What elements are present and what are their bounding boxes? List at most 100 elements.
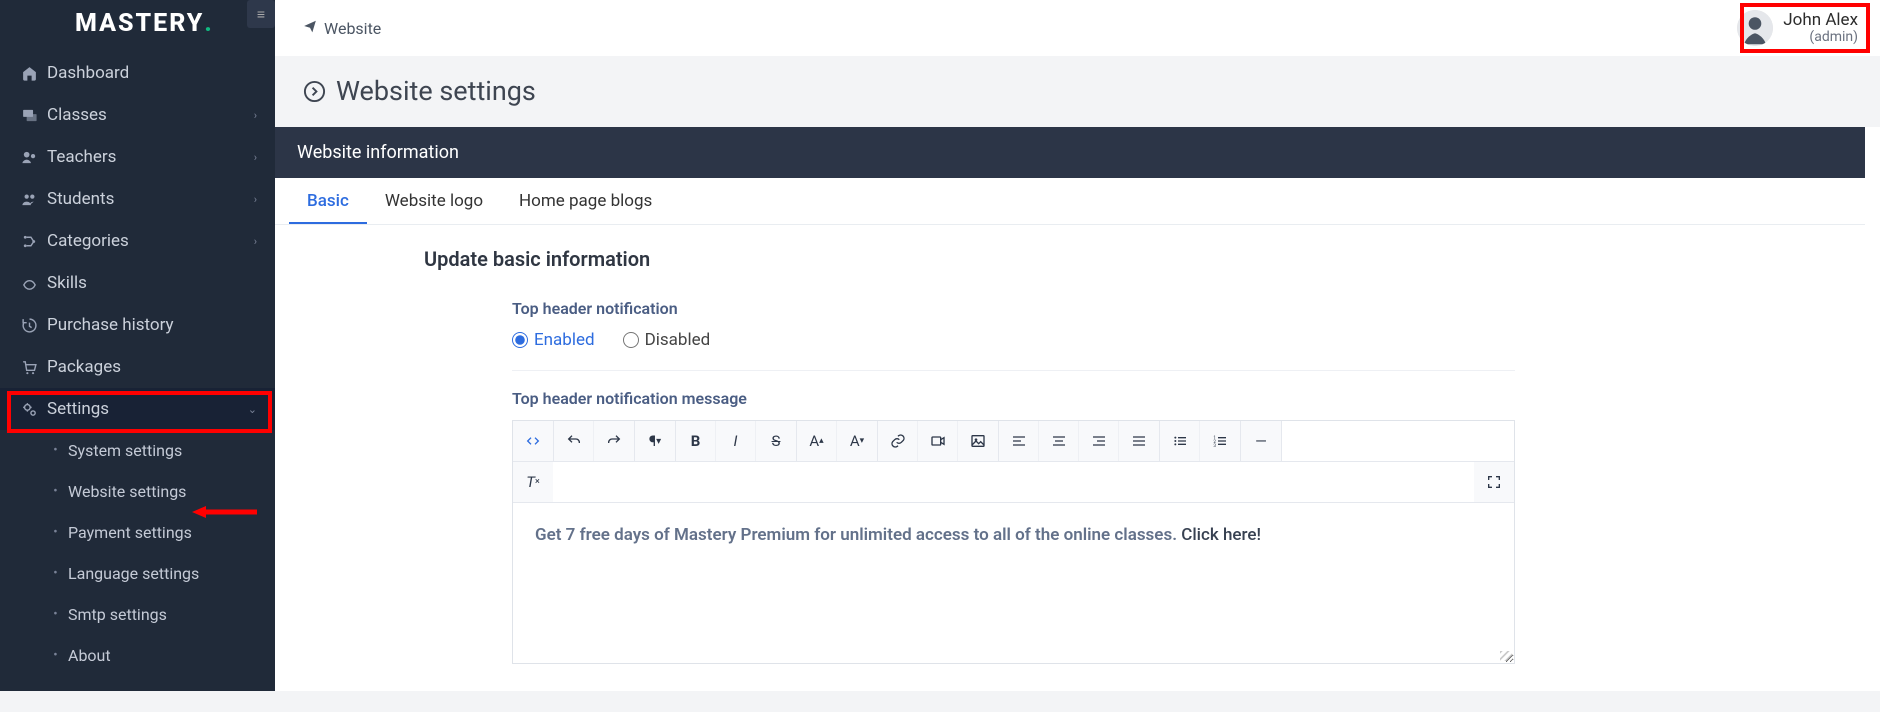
breadcrumb-label: Website [324, 19, 381, 38]
radio-disabled[interactable]: Disabled [623, 330, 711, 350]
rich-text-editor: ¶▾ B I S A▴ A▾ [512, 420, 1515, 664]
breadcrumb[interactable]: Website [303, 19, 381, 38]
chevron-right-icon: › [254, 193, 257, 206]
students-icon [16, 190, 43, 208]
sidebar-item-dashboard[interactable]: Dashboard [0, 52, 275, 94]
radio-enabled[interactable]: Enabled [512, 330, 595, 350]
brand-name: MASTERY [75, 9, 204, 38]
radio-label: Enabled [534, 330, 595, 350]
list-ol-icon[interactable]: 123 [1200, 421, 1240, 461]
field-label: Top header notification message [512, 389, 1515, 408]
sidebar-item-classes[interactable]: Classes › [0, 94, 275, 136]
main-area: Website John Alex (admin) Website settin… [275, 0, 1880, 691]
bold-icon[interactable]: B [676, 421, 716, 461]
sidebar-item-settings[interactable]: Settings ⌄ [0, 388, 275, 430]
align-justify-icon[interactable] [1119, 421, 1159, 461]
panel: Website information Basic Website logo H… [275, 127, 1865, 712]
chevron-right-icon: › [254, 109, 257, 122]
submenu-label: Smtp settings [68, 605, 167, 624]
nav-label: Purchase history [43, 315, 257, 335]
sidebar-item-teachers[interactable]: Teachers › [0, 136, 275, 178]
submenu-label: System settings [68, 441, 182, 460]
submenu-about[interactable]: •About [0, 635, 275, 676]
nav-label: Packages [43, 357, 257, 377]
teachers-icon [16, 148, 43, 166]
settings-submenu: •System settings •Website settings •Paym… [0, 430, 275, 676]
bullet-icon: • [43, 648, 68, 663]
tab-label: Basic [307, 191, 349, 211]
video-icon[interactable] [918, 421, 958, 461]
home-icon [16, 64, 43, 82]
editor-content[interactable]: Get 7 free days of Mastery Premium for u… [513, 503, 1514, 663]
tab-label: Website logo [385, 191, 483, 211]
tab-website-logo[interactable]: Website logo [367, 178, 501, 224]
page-title: Website settings [336, 75, 536, 107]
italic-icon[interactable]: I [716, 421, 756, 461]
undo-icon[interactable] [554, 421, 594, 461]
radio-input-enabled[interactable] [512, 332, 528, 348]
radio-group-notif: Enabled Disabled [512, 330, 1515, 371]
user-text: John Alex (admin) [1783, 11, 1858, 46]
clear-format-icon[interactable]: T× [513, 462, 553, 502]
bullet-icon: • [43, 525, 68, 540]
submenu-label: About [68, 646, 111, 665]
radio-label: Disabled [645, 330, 711, 350]
submenu-label: Website settings [68, 482, 186, 501]
font-dec-icon[interactable]: A▾ [837, 421, 877, 461]
submenu-website-settings[interactable]: •Website settings [0, 471, 275, 512]
sidebar-item-packages[interactable]: Packages [0, 346, 275, 388]
image-icon[interactable] [958, 421, 998, 461]
sidebar-item-skills[interactable]: Skills [0, 262, 275, 304]
nav-label: Settings [43, 399, 248, 419]
user-menu[interactable]: John Alex (admin) [1737, 10, 1858, 46]
editor-toolbar-row2: T× [513, 462, 1514, 503]
avatar [1737, 10, 1773, 46]
hr-icon[interactable]: — [1241, 421, 1281, 461]
user-role: (admin) [1783, 29, 1858, 45]
align-left-icon[interactable] [999, 421, 1039, 461]
sidebar: ≡ MASTERY. Dashboard Classes › Teachers … [0, 0, 275, 691]
bullet-icon: • [43, 607, 68, 622]
classes-icon [16, 106, 43, 124]
nav-label: Dashboard [43, 63, 257, 83]
history-icon [16, 316, 43, 334]
packages-icon [16, 358, 43, 376]
link-icon[interactable] [878, 421, 918, 461]
redo-icon[interactable] [594, 421, 634, 461]
align-right-icon[interactable] [1079, 421, 1119, 461]
editor-text-link: Click here! [1181, 525, 1261, 545]
submenu-language-settings[interactable]: •Language settings [0, 553, 275, 594]
user-name: John Alex [1783, 11, 1858, 30]
fullscreen-icon[interactable] [1474, 462, 1514, 502]
bullet-icon: • [43, 443, 68, 458]
sidebar-item-purchase-history[interactable]: Purchase history [0, 304, 275, 346]
brand-dot: . [204, 9, 213, 38]
radio-input-disabled[interactable] [623, 332, 639, 348]
sidebar-item-categories[interactable]: Categories › [0, 220, 275, 262]
chevron-right-icon: › [254, 235, 257, 248]
font-inc-icon[interactable]: A▴ [797, 421, 837, 461]
panel-header: Website information [275, 127, 1865, 178]
sidebar-item-students[interactable]: Students › [0, 178, 275, 220]
submenu-payment-settings[interactable]: •Payment settings [0, 512, 275, 553]
tabs: Basic Website logo Home page blogs [275, 178, 1865, 225]
sidebar-nav: Dashboard Classes › Teachers › Students … [0, 52, 275, 676]
code-view-icon[interactable] [513, 421, 553, 461]
brand-logo[interactable]: MASTERY. [0, 0, 275, 46]
submenu-system-settings[interactable]: •System settings [0, 430, 275, 471]
field-top-header-notif: Top header notification Enabled Disabled [512, 299, 1515, 371]
align-center-icon[interactable] [1039, 421, 1079, 461]
categories-icon [16, 232, 43, 250]
tab-basic[interactable]: Basic [289, 178, 367, 224]
submenu-smtp-settings[interactable]: •Smtp settings [0, 594, 275, 635]
form-area: Update basic information Top header noti… [275, 225, 1545, 712]
form-heading: Update basic information [424, 247, 1515, 271]
sidebar-collapse-toggle[interactable]: ≡ [247, 0, 275, 28]
submenu-label: Payment settings [68, 523, 192, 542]
paragraph-icon[interactable]: ¶▾ [635, 421, 675, 461]
list-ul-icon[interactable] [1160, 421, 1200, 461]
paper-plane-icon [303, 19, 317, 37]
strike-icon[interactable]: S [756, 421, 796, 461]
chevron-down-icon: ⌄ [248, 403, 257, 416]
tab-home-page-blogs[interactable]: Home page blogs [501, 178, 670, 224]
